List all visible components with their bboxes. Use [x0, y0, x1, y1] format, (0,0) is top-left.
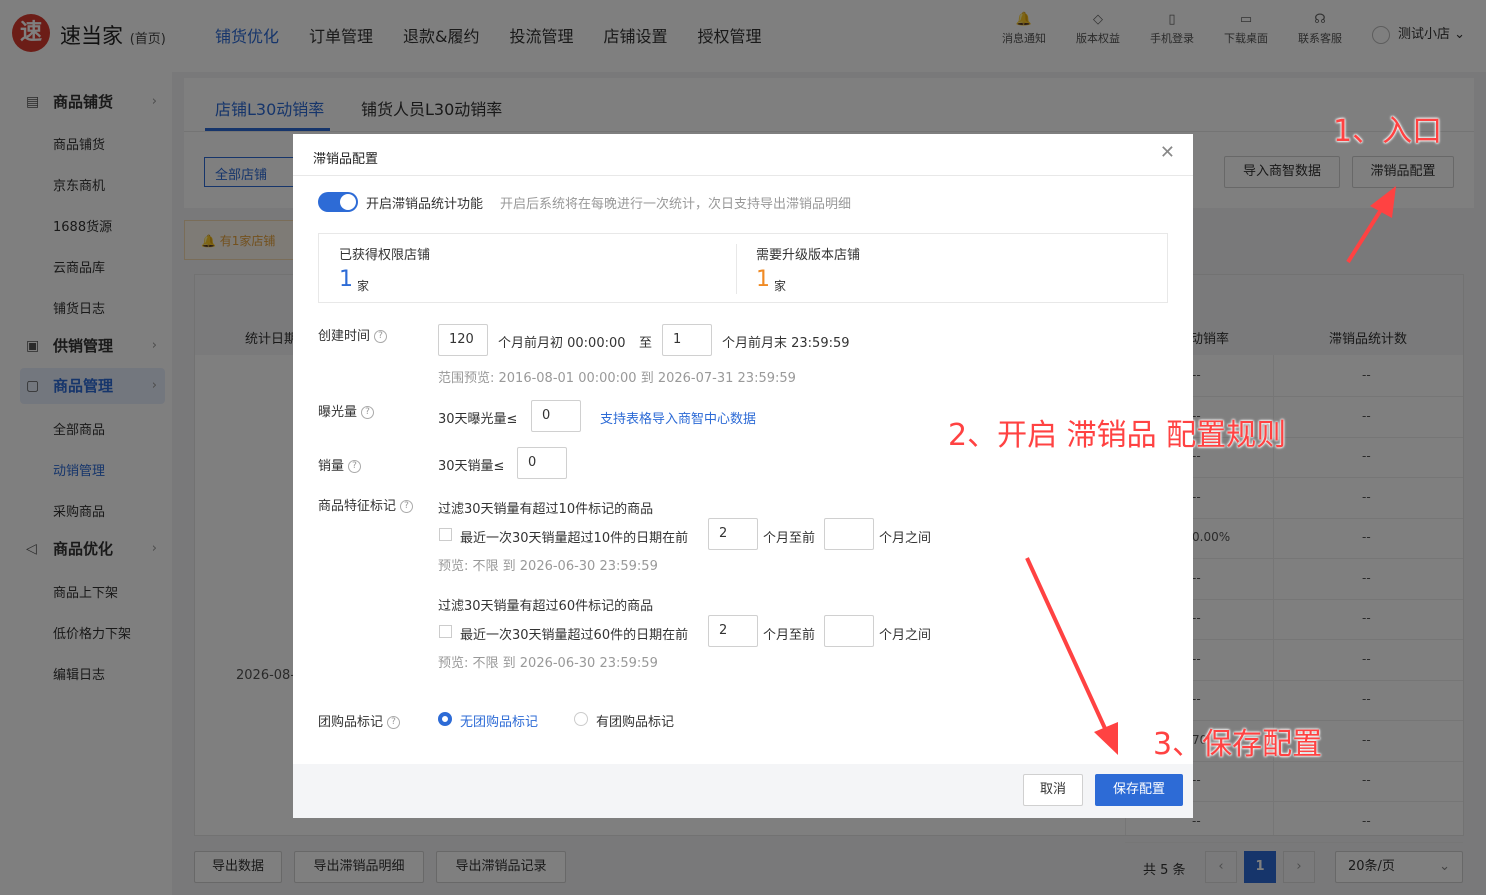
arrowhead — [1370, 186, 1396, 218]
annotation-arrows — [1025, 186, 1396, 755]
arrow-to-save-button — [1025, 557, 1110, 736]
arrow-to-config-button — [1346, 203, 1386, 264]
